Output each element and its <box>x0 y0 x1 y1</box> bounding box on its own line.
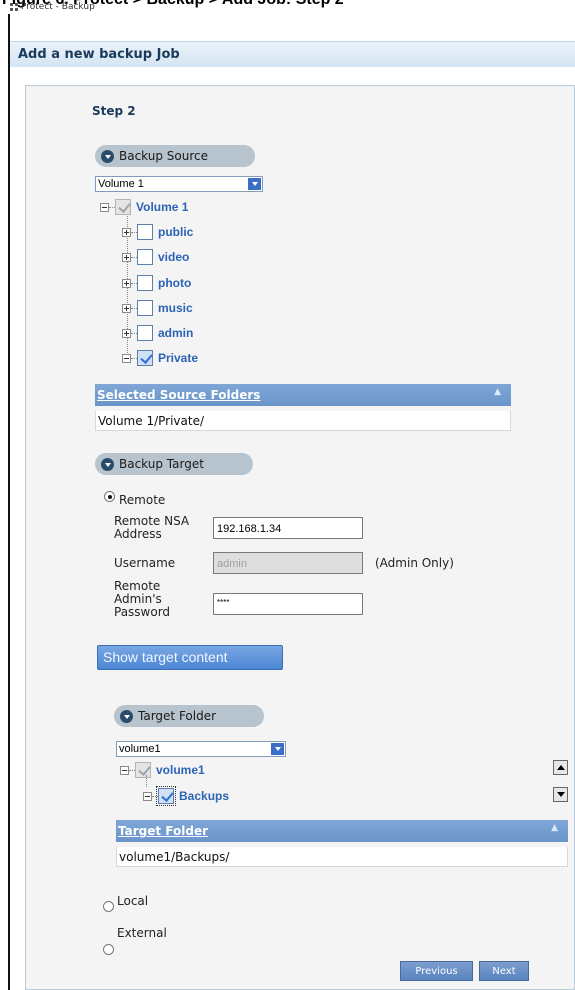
scroll-down-icon[interactable] <box>553 787 568 802</box>
sort-caret-icon: ▲ <box>494 387 501 397</box>
window-title: Protect - Backup <box>21 2 95 12</box>
tree-node-volume1[interactable]: Volume 1 <box>100 197 188 217</box>
next-button[interactable]: Next <box>479 961 529 981</box>
selected-source-row: Volume 1/Private/ <box>95 411 511 431</box>
expand-icon[interactable] <box>122 252 131 262</box>
collapse-arrow-icon <box>101 149 114 163</box>
local-label: Local <box>117 894 149 908</box>
frame-border <box>8 14 10 990</box>
external-radio[interactable] <box>103 944 114 955</box>
tree-checkbox[interactable] <box>137 300 153 316</box>
window-title-bar: Protect - Backup <box>10 0 95 14</box>
backup-target-section[interactable]: Backup Target <box>95 453 253 475</box>
tree-node-target-volume1[interactable]: volume1 <box>120 760 205 780</box>
tree-checkbox[interactable] <box>137 249 153 265</box>
expand-icon[interactable] <box>122 303 131 313</box>
sort-caret-icon: ▲ <box>551 823 558 833</box>
username-input: admin <box>213 552 363 574</box>
collapse-icon[interactable] <box>122 353 131 363</box>
tree-checkbox[interactable] <box>115 199 131 215</box>
external-label: External <box>117 926 167 940</box>
local-radio[interactable] <box>103 901 114 912</box>
target-folder-row: volume1/Backups/ <box>116 847 568 867</box>
username-note: (Admin Only) <box>375 556 454 570</box>
tree-node-music[interactable]: music <box>122 298 193 318</box>
section-label: Backup Target <box>119 457 204 471</box>
target-volume-select[interactable]: volume1 <box>116 741 286 757</box>
remote-address-input[interactable]: 192.168.1.34 <box>213 517 363 539</box>
username-label: Username <box>114 556 176 570</box>
section-label: Backup Source <box>119 149 209 163</box>
password-label: Remote Admin's Password <box>114 579 171 619</box>
source-volume-select[interactable]: Volume 1 <box>95 176 263 192</box>
tree-checkbox[interactable] <box>137 224 153 240</box>
expand-icon[interactable] <box>122 227 131 237</box>
step-label: Step 2 <box>92 104 136 118</box>
grip-icon <box>10 3 18 11</box>
collapse-arrow-icon <box>120 709 133 723</box>
page-title: Add a new backup Job <box>18 47 180 62</box>
tree-checkbox[interactable] <box>137 325 153 341</box>
remote-label: Remote <box>119 493 166 507</box>
remote-radio[interactable] <box>104 491 115 502</box>
collapse-arrow-icon <box>101 457 114 471</box>
password-input[interactable]: **** <box>213 593 363 615</box>
target-folder-header[interactable]: Target Folder ▲ <box>116 820 568 842</box>
selected-source-header[interactable]: Selected Source Folders ▲ <box>95 384 511 406</box>
expand-icon[interactable] <box>122 278 131 288</box>
tree-node-admin[interactable]: admin <box>122 323 193 343</box>
collapse-icon[interactable] <box>120 765 129 775</box>
tree-checkbox[interactable] <box>135 762 151 778</box>
dropdown-arrow-icon[interactable] <box>271 743 284 755</box>
page-header: Add a new backup Job <box>10 41 575 67</box>
show-target-content-button[interactable]: Show target content <box>97 645 283 670</box>
scroll-up-icon[interactable] <box>553 760 568 775</box>
remote-address-label: Remote NSA Address <box>114 514 190 541</box>
dropdown-arrow-icon[interactable] <box>248 178 261 190</box>
tree-node-video[interactable]: video <box>122 247 189 267</box>
backup-source-section[interactable]: Backup Source <box>95 145 255 167</box>
tree-checkbox[interactable] <box>156 786 176 806</box>
target-folder-section[interactable]: Target Folder <box>114 705 264 727</box>
tree-checkbox[interactable] <box>137 350 153 366</box>
collapse-icon[interactable] <box>143 791 152 801</box>
tree-node-private[interactable]: Private <box>122 348 198 368</box>
tree-node-public[interactable]: public <box>122 222 193 242</box>
previous-button[interactable]: Previous <box>400 961 473 981</box>
tree-node-photo[interactable]: photo <box>122 273 191 293</box>
expand-icon[interactable] <box>122 328 131 338</box>
section-label: Target Folder <box>138 709 217 723</box>
tree-node-backups[interactable]: Backups <box>143 786 229 806</box>
tree-checkbox[interactable] <box>137 275 153 291</box>
tree-label: Volume 1 <box>136 200 189 214</box>
collapse-icon[interactable] <box>100 202 109 212</box>
